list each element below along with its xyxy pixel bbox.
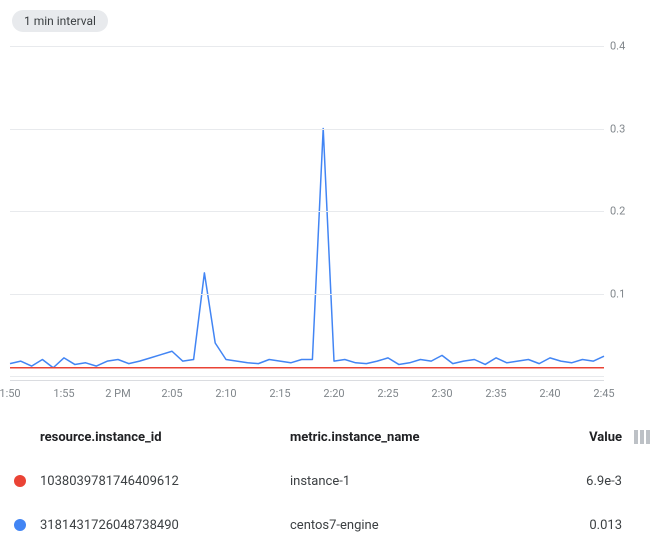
legend-col-instance-name[interactable]: metric.instance_name: [290, 430, 562, 445]
legend-instance-name: centos7-engine: [290, 518, 562, 533]
x-tick-label: 2:15: [269, 387, 290, 400]
legend-instance-id: 1038039781746409612: [40, 474, 290, 489]
x-tick-label: 2:05: [161, 387, 182, 400]
interval-badge[interactable]: 1 min interval: [12, 10, 108, 32]
x-axis: 1:501:552 PM2:052:102:152:202:252:302:35…: [10, 380, 604, 400]
gridline: [10, 46, 604, 47]
legend-header-row: resource.instance_id metric.instance_nam…: [14, 415, 650, 459]
gridline: [10, 294, 604, 295]
y-tick-label: 0.4: [610, 40, 654, 53]
series-swatch: [14, 519, 26, 531]
x-tick-label: 2 PM: [105, 387, 130, 400]
x-tick-label: 1:55: [53, 387, 74, 400]
x-tick-label: 2:30: [431, 387, 452, 400]
chart-panel: 1 min interval 1:50 1:55 2 PM 2:05 2:10 2:15 2…: [0, 0, 664, 547]
gridline: [10, 376, 604, 377]
x-tick-label: 1:50: [0, 387, 21, 400]
legend-table: resource.instance_id metric.instance_nam…: [0, 415, 664, 547]
x-tick-label: 2:20: [323, 387, 344, 400]
x-tick-label: 2:25: [377, 387, 398, 400]
x-tick-label: 2:10: [215, 387, 236, 400]
series-line: [10, 129, 604, 368]
gridline: [10, 129, 604, 130]
series-swatch: [14, 475, 26, 487]
legend-value: 6.9e-3: [562, 474, 622, 489]
gridline: [10, 211, 604, 212]
x-tick-label: 2:35: [485, 387, 506, 400]
columns-icon[interactable]: [634, 430, 650, 444]
line-chart[interactable]: 1:50 1:55 2 PM 2:05 2:10 2:15 2:20 2:25 2:30 2:35…: [0, 36, 664, 415]
x-tick-label: 2:45: [593, 387, 614, 400]
y-tick-label: 0.3: [610, 122, 654, 135]
y-tick-label: 0.1: [610, 287, 654, 300]
badge-row: 1 min interval: [0, 0, 664, 32]
legend-row[interactable]: 3181431726048738490centos7-engine0.013: [14, 503, 650, 547]
legend-value: 0.013: [562, 518, 622, 533]
legend-row[interactable]: 1038039781746409612instance-16.9e-3: [14, 459, 650, 503]
legend-col-instance-id[interactable]: resource.instance_id: [40, 430, 290, 445]
x-tick-label: 2:40: [539, 387, 560, 400]
legend-col-value[interactable]: Value: [562, 430, 622, 445]
y-tick-label: 0.2: [610, 205, 654, 218]
legend-instance-id: 3181431726048738490: [40, 518, 290, 533]
legend-instance-name: instance-1: [290, 474, 562, 489]
